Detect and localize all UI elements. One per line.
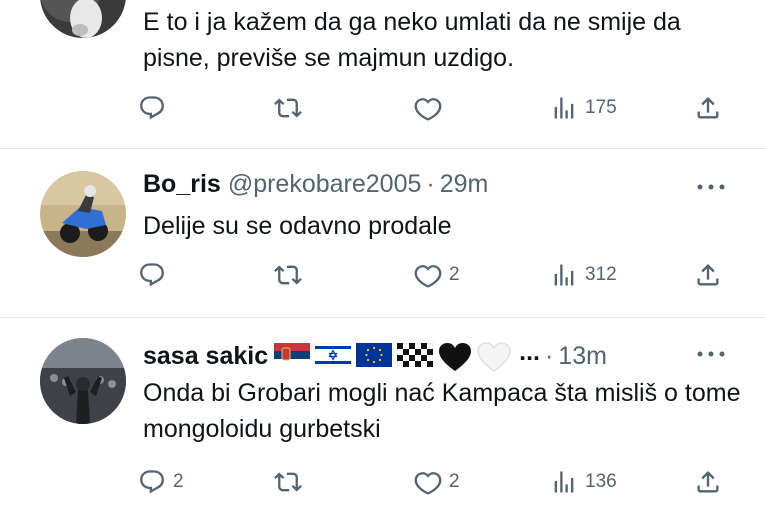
like-count: 2 [449,264,460,285]
timestamp[interactable]: 29m [440,170,489,199]
views-button[interactable]: 136 [550,462,617,502]
tweet-text: E to i ja kažem da ga neko umlati da ne … [143,8,681,72]
avatar[interactable] [40,171,126,257]
reply-button[interactable]: 2 [138,462,184,502]
retweet-icon [274,472,302,492]
more-options-button[interactable] [693,177,729,197]
like-button[interactable]: 2 [414,255,460,295]
like-button[interactable] [414,88,449,128]
like-count: 2 [449,471,460,492]
checkered-flag-icon [397,343,434,367]
tweet-feed: E to i ja kažem da ga neko umlati da ne … [0,0,765,510]
reply-icon [140,96,164,120]
name-emojis: ... [274,337,540,372]
reply-count: 2 [173,471,184,492]
more-icon [697,351,725,357]
share-button[interactable] [694,88,722,128]
tweet-actions: 2 312 [0,255,765,295]
avatar[interactable] [40,338,126,424]
avatar-image-wolf [40,0,126,38]
tweet-actions: 175 [0,88,765,128]
heart-icon [414,98,442,121]
share-button[interactable] [694,462,722,502]
reply-icon [140,470,164,494]
views-count: 312 [585,264,617,285]
reply-button[interactable] [138,88,173,128]
display-name[interactable]: sasa sakic [143,342,268,371]
views-button[interactable]: 312 [550,255,617,295]
separator-dot: · [426,170,435,198]
retweet-icon [274,98,302,118]
black-heart-icon [438,342,472,372]
avatar[interactable] [40,0,126,38]
views-button[interactable]: 175 [550,88,617,128]
tweet-header: sasa sakic ... · 13m [143,337,607,372]
share-icon [697,264,719,286]
share-button[interactable] [694,255,722,295]
israel-flag-icon [315,343,352,367]
share-icon [697,471,719,493]
views-icon [554,264,574,286]
views-count: 175 [585,97,617,118]
name-ellipsis: ... [519,337,540,366]
retweet-icon [274,265,302,285]
views-icon [554,471,574,493]
display-name[interactable]: Bo_ris [143,170,221,199]
white-heart-icon [477,342,511,372]
tweet-2[interactable]: Bo_ris @prekobare2005 · 29m Delije su se… [0,149,765,317]
retweet-button[interactable] [274,255,309,295]
timestamp[interactable]: 13m [558,342,607,371]
tweet-header: Bo_ris @prekobare2005 · 29m [143,170,488,204]
tweet-3[interactable]: sasa sakic ... · 13m Onda bi Grobari mog… [0,318,765,510]
avatar-image-motorbike [40,171,126,257]
reply-button[interactable] [138,255,173,295]
eu-flag-icon [356,343,393,367]
reply-icon [140,263,164,287]
more-options-button[interactable] [693,344,729,364]
heart-icon [414,472,442,495]
views-icon [554,97,574,119]
like-button[interactable]: 2 [414,462,460,502]
more-icon [697,184,725,190]
retweet-button[interactable] [274,88,309,128]
avatar-image-stadium-crowd [40,338,126,424]
tweet-actions: 2 2 136 [0,462,765,502]
separator-dot: · [544,342,554,370]
serbia-flag-icon [274,343,311,367]
user-handle[interactable]: @prekobare2005 [228,170,422,199]
tweet-text: Onda bi Grobari mogli nać Kampaca šta mi… [143,379,741,443]
share-icon [697,97,719,119]
retweet-button[interactable] [274,462,309,502]
heart-icon [414,265,442,288]
tweet-text: Delije su se odavno prodale [143,212,452,240]
tweet-1[interactable]: E to i ja kažem da ga neko umlati da ne … [0,0,765,148]
views-count: 136 [585,471,617,492]
